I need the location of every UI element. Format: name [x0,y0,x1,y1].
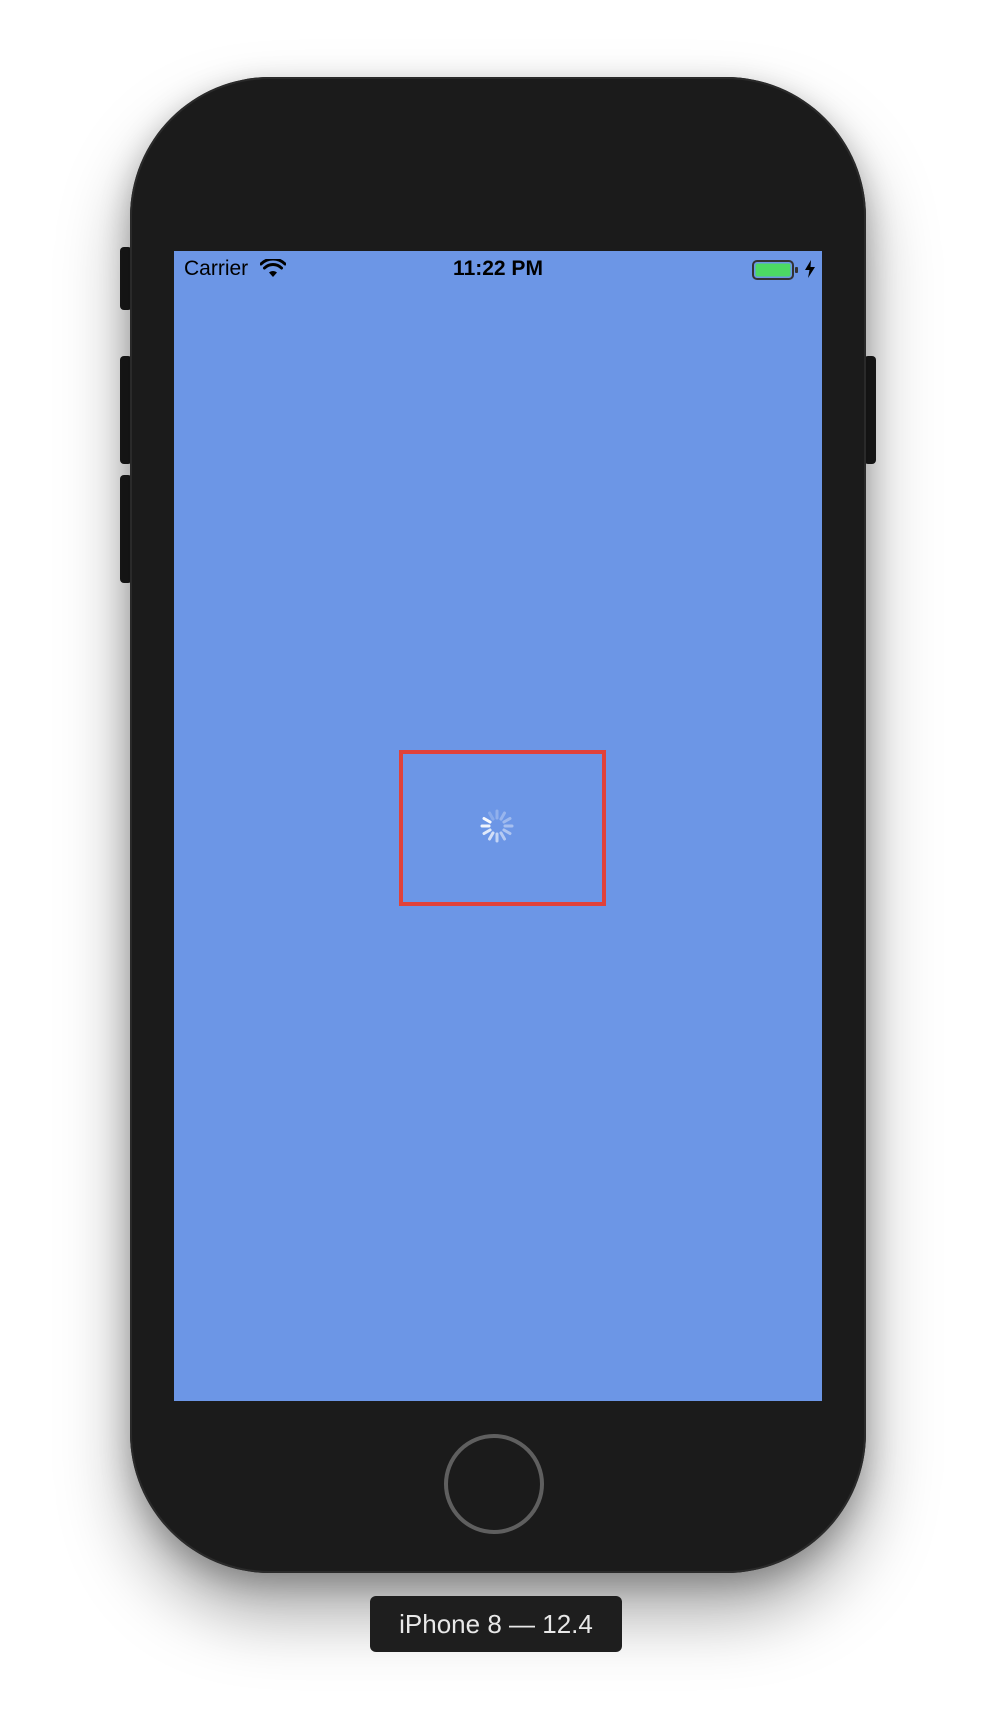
activity-indicator-icon [480,809,514,843]
battery-icon [752,260,798,280]
charging-bolt-icon [805,260,815,278]
home-button[interactable] [444,1434,544,1534]
clock: 11:22 PM [453,257,543,280]
status-bar: Carrier 11:22 PM [174,251,822,287]
device-screen[interactable]: Carrier 11:22 PM [174,251,822,1401]
simulator-window: Carrier 11:22 PM iPhone 8 — 12.4 [0,0,994,1722]
device-name-label: iPhone 8 — 12.4 [370,1596,622,1652]
